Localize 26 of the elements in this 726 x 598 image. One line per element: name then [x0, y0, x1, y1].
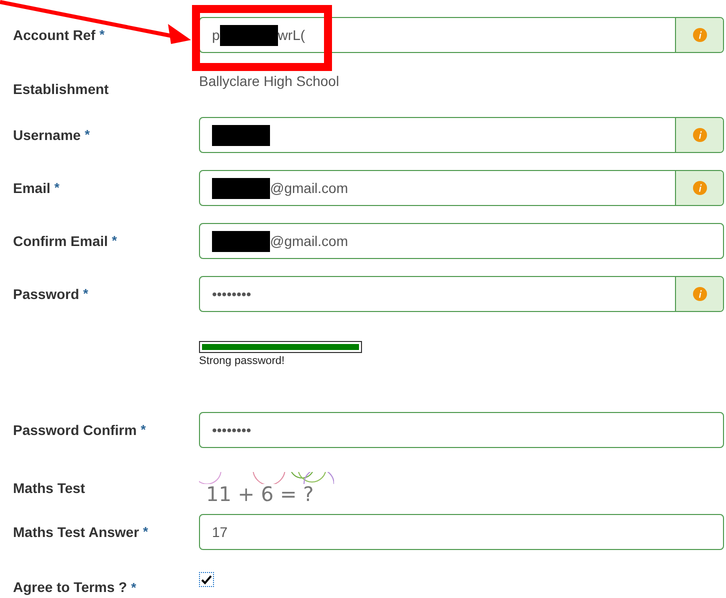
input-field[interactable]: @gmail.com	[200, 224, 723, 258]
required-mark: *	[143, 523, 148, 542]
field-label: Establishment	[13, 80, 109, 99]
strength-text: Strong password!	[199, 354, 285, 369]
field-label: Password	[13, 284, 80, 304]
field-label: Account Ref	[13, 26, 96, 44]
captcha-question: 11 + 6 = ?	[206, 484, 314, 504]
required-mark: *	[131, 578, 136, 597]
field-label: Email	[13, 178, 50, 198]
field-label: Agree to Terms ?	[13, 578, 128, 597]
field-label: Confirm Email	[13, 232, 108, 250]
input-field[interactable]: ••••••••	[200, 413, 723, 447]
establishment-value: Ballyclare High School	[199, 72, 340, 91]
terms-checkbox[interactable]	[199, 572, 214, 587]
field-label: Username	[13, 126, 81, 144]
required-mark: *	[83, 285, 88, 304]
required-mark: *	[84, 126, 90, 144]
field-label: Maths Test	[13, 479, 86, 498]
required-mark: *	[140, 421, 146, 440]
required-mark: *	[99, 26, 105, 44]
field-label: Maths Test Answer	[13, 522, 140, 542]
required-mark: *	[54, 179, 60, 198]
required-mark: *	[112, 232, 117, 250]
input-field[interactable]: 17	[200, 515, 723, 549]
redaction-bar	[212, 230, 270, 252]
field-label: Password Confirm	[13, 420, 137, 440]
